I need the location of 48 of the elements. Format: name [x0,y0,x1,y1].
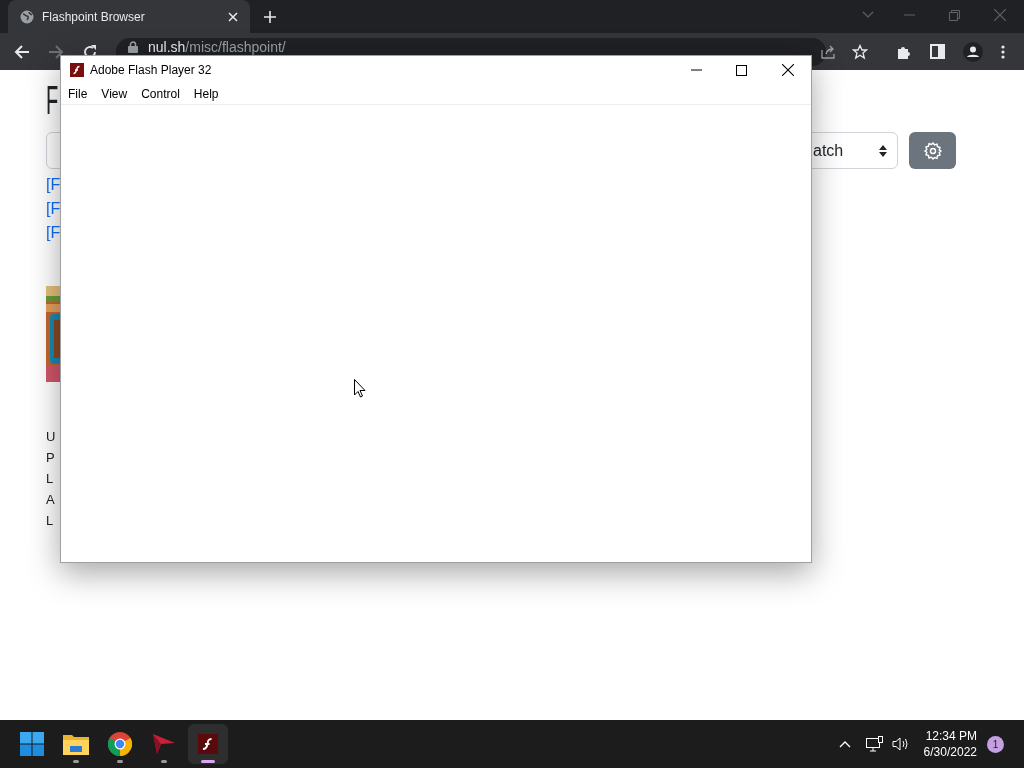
detail-label: L [46,512,54,530]
arrow-logo-icon [153,734,175,754]
new-tab-icon[interactable] [264,11,276,23]
globe-icon [20,9,34,24]
notification-badge[interactable]: 1 [987,735,1004,753]
result-link[interactable]: [F [46,221,61,245]
side-panel-icon[interactable] [930,44,945,59]
profile-icon[interactable] [963,41,983,62]
close-icon[interactable] [782,64,794,76]
browser-tab[interactable]: Flashpoint Browser [8,0,250,33]
mouse-cursor-icon [354,379,366,398]
folder-icon [63,733,89,755]
gear-icon [923,141,942,160]
settings-button[interactable] [909,132,956,169]
detail-label: U [46,428,56,446]
page-heading: F [46,77,59,124]
detail-label: L [46,470,54,488]
select-value: atch [813,140,845,161]
result-link[interactable]: [F [46,173,61,197]
windows-logo-icon [20,732,44,756]
restore-icon[interactable] [949,9,960,21]
menu-item[interactable]: Control [134,85,187,103]
chrome-logo-icon [108,732,132,756]
detail-label: A [46,491,55,509]
url-text: nul.sh/misc/flashpoint/ [148,39,286,55]
result-link[interactable]: [F [46,197,61,221]
detail-label: P [46,449,55,467]
lock-icon [128,40,138,53]
tab-title: Flashpoint Browser [42,8,146,26]
flash-logo-icon [70,63,84,77]
sort-caret-icon [879,144,887,157]
flash-logo-icon [198,734,218,754]
menu-item[interactable]: File [67,85,95,103]
chevron-up-icon[interactable] [838,740,851,748]
star-icon[interactable] [852,43,868,60]
network-icon[interactable] [865,736,884,752]
forward-icon[interactable] [48,43,64,60]
back-icon[interactable] [14,43,30,60]
menu-item[interactable]: Help [186,85,226,103]
chevron-down-icon[interactable] [862,11,874,19]
taskbar-app[interactable] [188,724,228,764]
speaker-icon[interactable] [891,736,910,752]
clock-time[interactable]: 12:34 PM [925,728,977,744]
clock-date[interactable]: 6/30/2022 [923,744,977,760]
menu-icon[interactable] [1001,44,1005,59]
share-icon[interactable] [820,43,836,60]
menu-item[interactable]: View [94,85,135,103]
maximize-icon[interactable] [736,64,747,76]
